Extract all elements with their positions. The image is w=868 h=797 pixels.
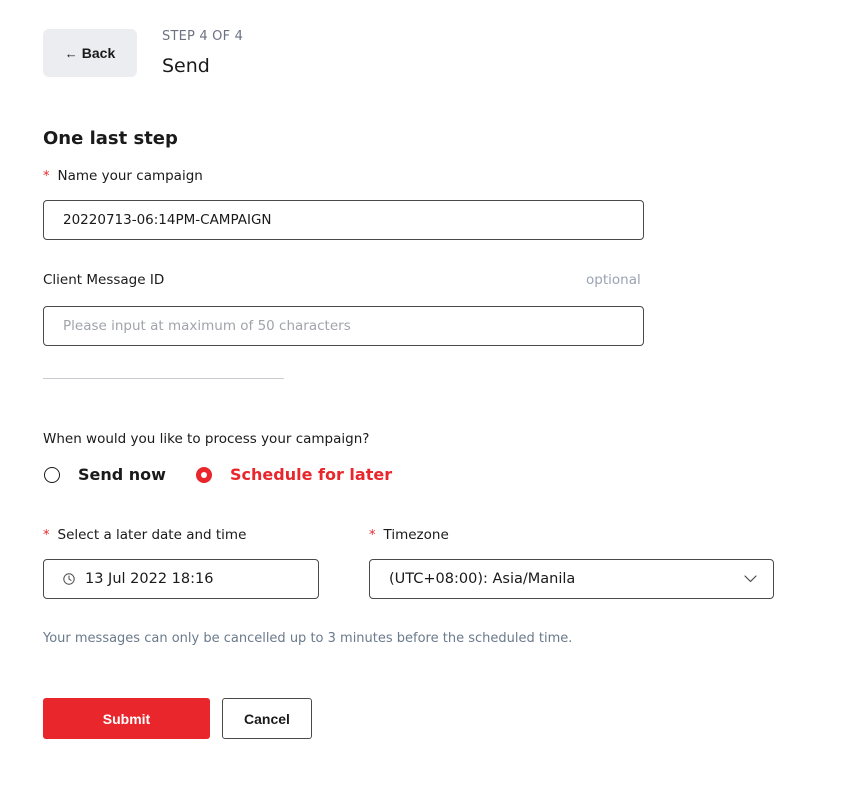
page-title: Send bbox=[162, 55, 210, 77]
optional-tag: optional bbox=[586, 272, 641, 288]
process-question: When would you like to process your camp… bbox=[43, 431, 370, 447]
section-title: One last step bbox=[43, 128, 178, 149]
radio-send-now-label: Send now bbox=[78, 465, 166, 484]
chevron-down-icon bbox=[744, 575, 757, 583]
radio-schedule-later-label: Schedule for later bbox=[230, 465, 393, 484]
divider bbox=[43, 378, 284, 379]
radio-unchecked-icon[interactable] bbox=[44, 466, 60, 483]
back-button-label: Back bbox=[81, 45, 116, 61]
submit-button[interactable]: Submit bbox=[43, 698, 210, 739]
radio-checked-icon[interactable] bbox=[196, 466, 212, 483]
arrow-left-icon: ← bbox=[64, 45, 78, 61]
client-message-id-field[interactable] bbox=[43, 306, 644, 346]
schedule-datetime-value: 13 Jul 2022 18:16 bbox=[85, 571, 214, 587]
client-message-id-input[interactable] bbox=[63, 318, 624, 334]
back-button[interactable]: ← Back bbox=[43, 29, 137, 77]
client-message-id-label: Client Message ID bbox=[43, 272, 165, 288]
campaign-name-field[interactable] bbox=[43, 200, 644, 240]
required-marker: * bbox=[43, 169, 50, 184]
timezone-value: (UTC+08:00): Asia/Manila bbox=[389, 571, 576, 587]
radio-send-now[interactable]: Send now bbox=[44, 465, 166, 484]
schedule-datetime-label: * Select a later date and time bbox=[43, 527, 247, 543]
campaign-name-label: * Name your campaign bbox=[43, 168, 203, 184]
radio-schedule-later[interactable]: Schedule for later bbox=[196, 465, 392, 484]
required-marker: * bbox=[43, 528, 50, 543]
schedule-datetime-picker[interactable]: 13 Jul 2022 18:16 bbox=[43, 559, 319, 599]
step-indicator: STEP 4 OF 4 bbox=[162, 29, 244, 44]
cancel-button[interactable]: Cancel bbox=[222, 698, 312, 739]
clock-icon bbox=[63, 573, 75, 585]
cancellation-notice: Your messages can only be cancelled up t… bbox=[43, 631, 573, 646]
required-marker: * bbox=[369, 528, 376, 543]
timezone-select[interactable]: (UTC+08:00): Asia/Manila bbox=[369, 559, 774, 599]
campaign-name-input[interactable] bbox=[63, 212, 624, 228]
timezone-label: * Timezone bbox=[369, 527, 449, 543]
